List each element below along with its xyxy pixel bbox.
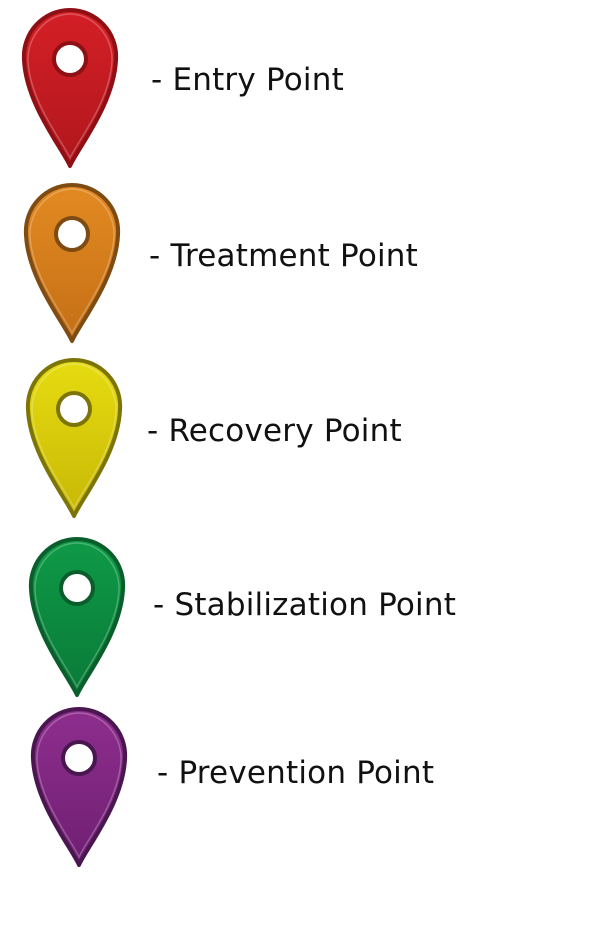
pin-body bbox=[30, 707, 128, 867]
pin-body bbox=[28, 537, 126, 697]
map-pin-graphic bbox=[23, 183, 121, 343]
pin-hole bbox=[56, 391, 92, 427]
legend-label: - Recovery Point bbox=[147, 413, 402, 449]
pin-body bbox=[25, 358, 123, 518]
pin-body bbox=[23, 183, 121, 343]
pin-hole bbox=[61, 740, 97, 776]
map-pin-icon bbox=[25, 535, 129, 699]
legend-label: - Prevention Point bbox=[157, 755, 435, 791]
pin-legend: - Entry Point - Treatment Point - Recove… bbox=[0, 0, 599, 951]
legend-item-prevention-point: - Prevention Point bbox=[0, 0, 599, 867]
legend-label: - Treatment Point bbox=[149, 238, 419, 274]
map-pin-icon bbox=[20, 181, 124, 345]
map-pin-icon bbox=[27, 705, 131, 869]
pin-hole bbox=[59, 570, 95, 606]
map-pin-icon bbox=[22, 356, 126, 520]
map-pin-graphic bbox=[25, 358, 123, 518]
map-pin-graphic bbox=[28, 537, 126, 697]
pin-hole bbox=[54, 216, 90, 252]
map-pin-graphic bbox=[30, 707, 128, 867]
legend-label: - Stabilization Point bbox=[153, 587, 457, 623]
